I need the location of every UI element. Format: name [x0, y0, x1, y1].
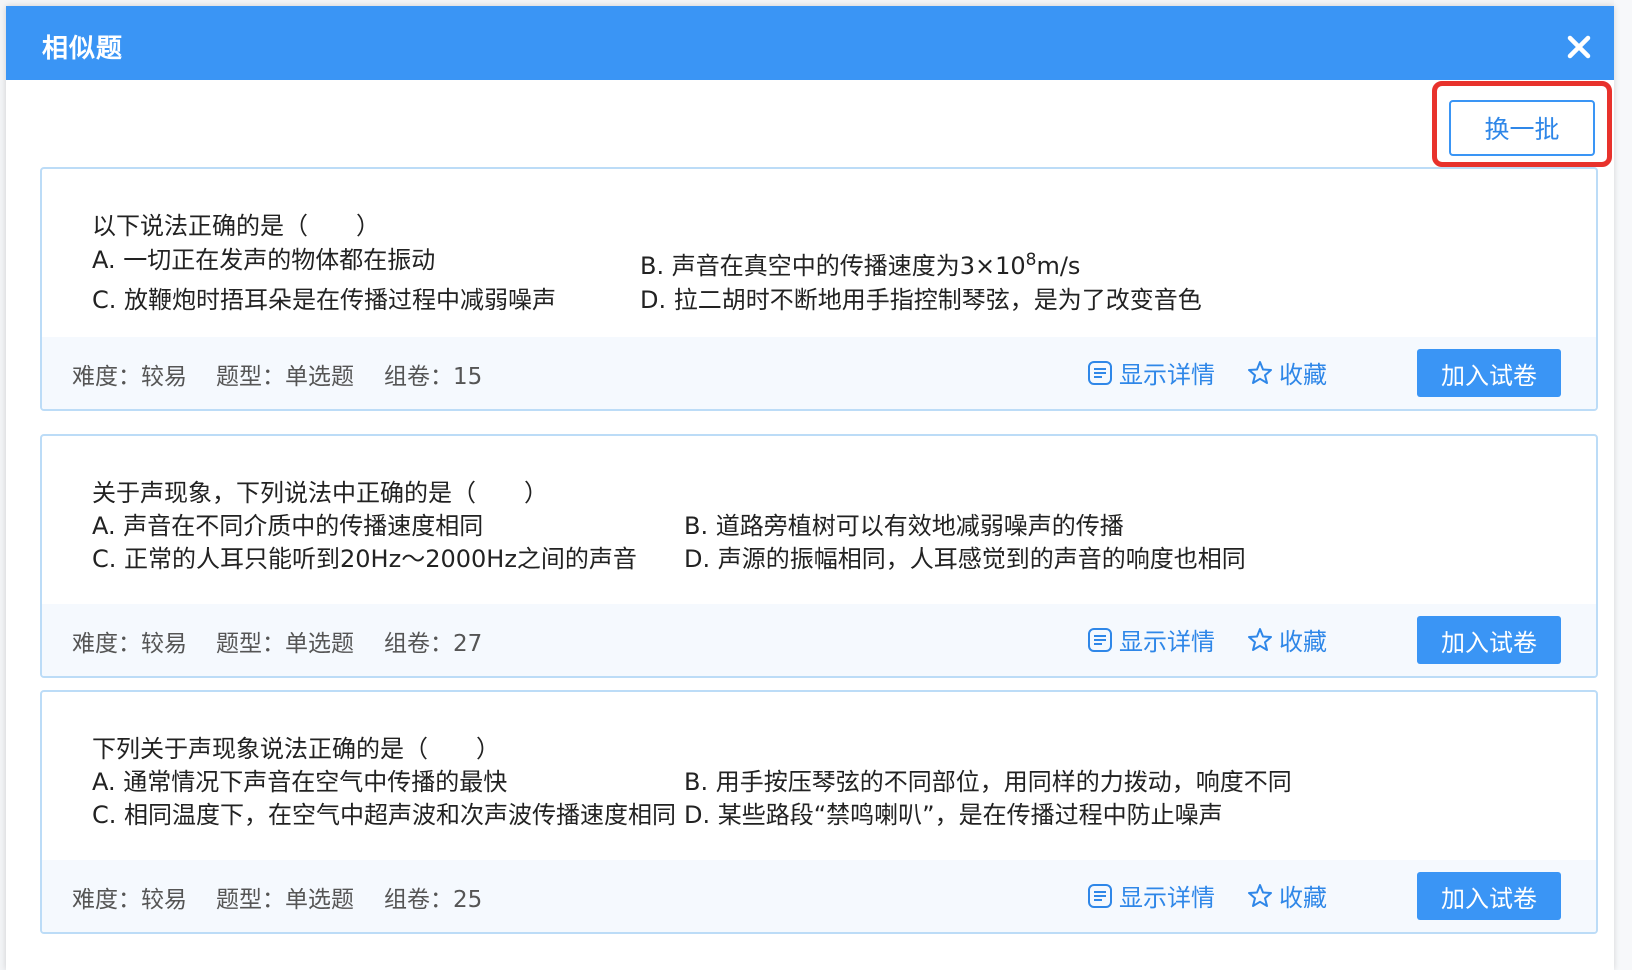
star-icon: [1248, 883, 1272, 907]
usage-count-info: 组卷：15: [384, 364, 483, 390]
question-content: 关于声现象，下列说法中正确的是（ ） A. 声音在不同介质中的传播速度相同 B.…: [92, 476, 1566, 576]
question-options: A. 通常情况下声音在空气中传播的最快 B. 用手按压琴弦的不同部位，用同样的力…: [92, 766, 1566, 832]
add-to-paper-button[interactable]: 加入试卷: [1417, 349, 1561, 397]
show-details-link[interactable]: 显示详情: [1087, 355, 1215, 390]
question-options: A. 声音在不同介质中的传播速度相同 B. 道路旁植树可以有效地减弱噪声的传播 …: [92, 510, 1566, 576]
difficulty-info: 难度：较易: [72, 364, 187, 390]
similar-questions-dialog: 相似题 换一批 以下说法正确的是（ ） A. 一切正在发声的物体都在振动 B. …: [6, 6, 1614, 970]
option-b: B. 声音在真空中的传播速度为3×108m/s: [640, 250, 1081, 280]
question-content: 下列关于声现象说法正确的是（ ） A. 通常情况下声音在空气中传播的最快 B. …: [92, 732, 1566, 832]
close-icon[interactable]: [1564, 32, 1594, 62]
option-d: D. 某些路段“禁鸣喇叭”，是在传播过程中防止噪声: [684, 801, 1223, 829]
favorite-link[interactable]: 收藏: [1247, 878, 1327, 913]
refresh-batch-button[interactable]: 换一批: [1449, 100, 1595, 156]
star-icon: [1248, 360, 1272, 384]
details-icon: [1088, 360, 1112, 385]
difficulty-info: 难度：较易: [72, 631, 187, 657]
option-c: C. 放鞭炮时捂耳朵是在传播过程中减弱噪声: [92, 286, 557, 314]
type-info: 题型：单选题: [216, 887, 354, 913]
question-card: 下列关于声现象说法正确的是（ ） A. 通常情况下声音在空气中传播的最快 B. …: [40, 690, 1598, 934]
type-info: 题型：单选题: [216, 364, 354, 390]
option-b: B. 道路旁植树可以有效地减弱噪声的传播: [684, 512, 1124, 540]
favorite-link[interactable]: 收藏: [1247, 622, 1327, 657]
question-card: 关于声现象，下列说法中正确的是（ ） A. 声音在不同介质中的传播速度相同 B.…: [40, 434, 1598, 678]
add-to-paper-button[interactable]: 加入试卷: [1417, 872, 1561, 920]
background-page-edge: [1614, 0, 1632, 970]
question-options: A. 一切正在发声的物体都在振动 B. 声音在真空中的传播速度为3×108m/s…: [92, 243, 1566, 317]
type-info: 题型：单选题: [216, 631, 354, 657]
question-stem: 关于声现象，下列说法中正确的是（ ）: [92, 479, 548, 507]
usage-count-info: 组卷：25: [384, 887, 483, 913]
details-icon: [1088, 627, 1112, 652]
option-c: C. 正常的人耳只能听到20Hz～2000Hz之间的声音: [92, 545, 637, 573]
star-icon: [1248, 627, 1272, 651]
option-a: A. 声音在不同介质中的传播速度相同: [92, 512, 484, 540]
option-a: A. 通常情况下声音在空气中传播的最快: [92, 768, 508, 796]
option-b: B. 用手按压琴弦的不同部位，用同样的力拨动，响度不同: [684, 768, 1292, 796]
show-details-link[interactable]: 显示详情: [1087, 622, 1215, 657]
question-content: 以下说法正确的是（ ） A. 一切正在发声的物体都在振动 B. 声音在真空中的传…: [92, 209, 1566, 317]
option-c: C. 相同温度下，在空气中超声波和次声波传播速度相同: [92, 801, 677, 829]
option-d: D. 拉二胡时不断地用手指控制琴弦，是为了改变音色: [640, 286, 1202, 314]
refresh-highlight: 换一批: [1432, 81, 1612, 167]
dialog-title: 相似题: [42, 34, 124, 64]
question-stem: 以下说法正确的是（ ）: [92, 212, 380, 240]
option-d: D. 声源的振幅相同，人耳感觉到的声音的响度也相同: [684, 545, 1246, 573]
question-footer: 难度：较易 题型：单选题 组卷：15 显示详情 收藏 加入试卷: [42, 337, 1596, 409]
question-footer: 难度：较易 题型：单选题 组卷：25 显示详情 收藏 加入试卷: [42, 860, 1596, 932]
favorite-link[interactable]: 收藏: [1247, 355, 1327, 390]
dialog-header: 相似题: [6, 6, 1614, 80]
show-details-link[interactable]: 显示详情: [1087, 878, 1215, 913]
add-to-paper-button[interactable]: 加入试卷: [1417, 616, 1561, 664]
usage-count-info: 组卷：27: [384, 631, 483, 657]
question-card: 以下说法正确的是（ ） A. 一切正在发声的物体都在振动 B. 声音在真空中的传…: [40, 167, 1598, 411]
details-icon: [1088, 883, 1112, 908]
question-stem: 下列关于声现象说法正确的是（ ）: [92, 735, 500, 763]
option-a: A. 一切正在发声的物体都在振动: [92, 246, 436, 274]
question-footer: 难度：较易 题型：单选题 组卷：27 显示详情 收藏 加入试卷: [42, 604, 1596, 676]
difficulty-info: 难度：较易: [72, 887, 187, 913]
